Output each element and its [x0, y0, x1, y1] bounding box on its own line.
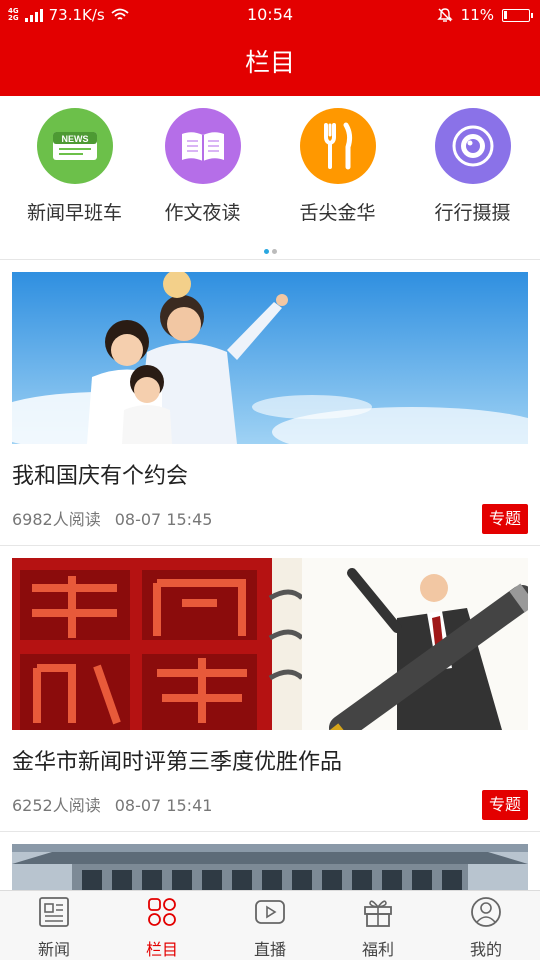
- column-item-photography[interactable]: 行行摄摄: [405, 108, 540, 225]
- news-thumbnail: [12, 558, 528, 730]
- nav-item-live[interactable]: 直播: [216, 891, 324, 960]
- page-title: 栏目: [0, 30, 540, 96]
- gift-icon: [364, 900, 392, 927]
- page-dot-active: [263, 249, 269, 254]
- app-screen: 4G 2G 73.1K/s 10:54 11% 栏目 NEWS 新闻早班车 作文…: [0, 0, 540, 960]
- nav-item-news[interactable]: 新闻: [0, 891, 108, 960]
- topic-badge: 专题: [481, 504, 528, 534]
- column-label: 舌尖金华: [299, 202, 376, 224]
- grid-icon: [148, 898, 176, 926]
- battery-icon: [502, 8, 533, 22]
- column-item-essay-night[interactable]: 作文夜读: [135, 108, 270, 225]
- battery-percent: 11%: [460, 6, 494, 24]
- news-thumbnail: [12, 844, 528, 892]
- nav-item-columns[interactable]: 栏目: [108, 891, 216, 960]
- profile-icon: [471, 897, 501, 927]
- news-meta: 6982人阅读 08-07 15:45: [12, 506, 212, 530]
- news-page-icon: [39, 897, 69, 927]
- column-label: 作文夜读: [164, 202, 241, 224]
- mute-bell-icon: [436, 8, 453, 22]
- publish-time: 08-07 15:45: [114, 510, 213, 529]
- nav-item-mine[interactable]: 我的: [432, 891, 540, 960]
- topic-badge: 专题: [481, 790, 528, 820]
- book-icon: [164, 108, 241, 184]
- fork-knife-icon: [299, 108, 376, 184]
- play-icon: [255, 900, 285, 924]
- svg-text:NEWS: NEWS: [61, 134, 88, 144]
- status-bar: 4G 2G 73.1K/s 10:54 11%: [0, 0, 540, 30]
- column-item-taste-jinhua[interactable]: 舌尖金华: [270, 108, 405, 225]
- camera-lens-icon: [434, 108, 511, 184]
- read-count: 6252人阅读: [12, 796, 101, 815]
- column-label: 行行摄摄: [434, 202, 511, 224]
- news-title: 金华市新闻时评第三季度优胜作品: [12, 750, 343, 775]
- news-card[interactable]: 我和国庆有个约会 6982人阅读 08-07 15:45 专题: [0, 260, 540, 546]
- news-title: 我和国庆有个约会: [12, 464, 189, 489]
- nav-label: 栏目: [145, 940, 178, 959]
- column-shortcuts: NEWS 新闻早班车 作文夜读 舌尖金华 行行摄摄: [0, 96, 540, 260]
- status-right: 11%: [436, 0, 533, 30]
- news-card[interactable]: 金华市新闻时评第三季度优胜作品 6252人阅读 08-07 15:41 专题: [0, 546, 540, 832]
- page-dot: [271, 249, 277, 254]
- news-card[interactable]: [0, 832, 540, 892]
- bottom-navigation: 新闻 栏目 直播 福利 我的: [0, 890, 540, 960]
- nav-label: 直播: [253, 940, 286, 959]
- nav-item-welfare[interactable]: 福利: [324, 891, 432, 960]
- news-meta: 6252人阅读 08-07 15:41: [12, 792, 212, 816]
- column-item-news-shuttle[interactable]: NEWS 新闻早班车: [7, 108, 142, 225]
- nav-label: 福利: [361, 940, 394, 959]
- nav-label: 新闻: [37, 940, 70, 959]
- publish-time: 08-07 15:41: [114, 796, 213, 815]
- read-count: 6982人阅读: [12, 510, 101, 529]
- column-label: 新闻早班车: [26, 202, 122, 224]
- nav-label: 我的: [469, 940, 502, 959]
- news-thumbnail: [12, 272, 528, 444]
- page-indicator: [0, 249, 540, 254]
- news-icon: NEWS: [36, 108, 113, 184]
